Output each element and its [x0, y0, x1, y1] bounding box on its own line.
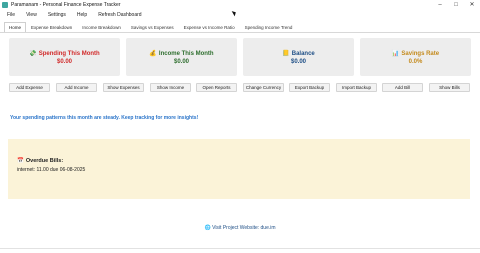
- title-bar: Paramanam - Personal Finance Expense Tra…: [0, 0, 480, 9]
- balance-value: $0.00: [290, 59, 306, 65]
- income-value: $0.00: [173, 59, 189, 65]
- add-income-button[interactable]: Add Income: [56, 83, 97, 92]
- calendar-icon: 📅: [17, 158, 24, 164]
- show-bills-button[interactable]: Show Bills: [429, 83, 470, 92]
- menu-bar: File View Settings Help Refresh Dashboar…: [0, 10, 480, 20]
- spending-label: Spending This Month: [38, 50, 100, 57]
- overdue-bill-entry: internet: 11.00 due 06-08-2025: [17, 167, 86, 173]
- savings-rate-card: 📊 Savings Rate 0.0%: [360, 38, 471, 76]
- tab-spending-income-trend[interactable]: Spending Income Trend: [240, 22, 298, 32]
- show-expenses-button[interactable]: Show Expenses: [103, 83, 144, 92]
- balance-card: 📒 Balance $0.00: [243, 38, 354, 76]
- menu-settings[interactable]: Settings: [48, 12, 66, 18]
- overdue-bills-title: Overdue Bills:: [25, 158, 64, 164]
- footer: 🌐 Visit Project Website: due.im: [0, 225, 480, 231]
- export-backup-button[interactable]: Export Backup: [289, 83, 330, 92]
- money-icon: 💸: [29, 51, 37, 57]
- menu-refresh-dashboard[interactable]: Refresh Dashboard: [98, 12, 141, 18]
- minimize-button[interactable]: –: [432, 0, 448, 9]
- tab-savings-vs-expenses[interactable]: Savings vs Expenses: [126, 22, 179, 32]
- window-title: Paramanam - Personal Finance Expense Tra…: [11, 1, 121, 8]
- ledger-icon: 📒: [282, 51, 290, 57]
- app-icon: [2, 1, 8, 8]
- spending-insight-text: Your spending patterns this month are st…: [10, 115, 199, 121]
- money-bag-icon: 💰: [149, 51, 157, 57]
- tab-expense-breakdown[interactable]: Expense Breakdown: [26, 22, 77, 32]
- savings-rate-value: 0.0%: [408, 59, 423, 65]
- project-website-link[interactable]: Visit Project Website: due.im: [212, 225, 275, 231]
- show-income-button[interactable]: Show Income: [150, 83, 191, 92]
- spending-card: 💸 Spending This Month $0.00: [9, 38, 120, 76]
- spending-value: $0.00: [56, 59, 72, 65]
- add-expense-button[interactable]: Add Expense: [9, 83, 50, 92]
- open-reports-button[interactable]: Open Reports: [196, 83, 237, 92]
- change-currency-button[interactable]: Change Currency: [243, 83, 284, 92]
- import-backup-button[interactable]: Import Backup: [336, 83, 377, 92]
- menu-help[interactable]: Help: [77, 12, 87, 18]
- tab-income-breakdown[interactable]: Income Breakdown: [77, 22, 126, 32]
- menu-view[interactable]: View: [26, 12, 37, 18]
- tab-home[interactable]: Home: [4, 22, 27, 32]
- balance-label: Balance: [291, 50, 315, 57]
- bottom-divider: [0, 248, 480, 249]
- globe-icon: 🌐: [204, 225, 211, 231]
- close-button[interactable]: ✕: [464, 0, 480, 9]
- tab-bar: Home Expense Breakdown Income Breakdown …: [0, 22, 480, 33]
- maximize-button[interactable]: □: [448, 0, 464, 9]
- chart-icon: 📊: [391, 51, 400, 57]
- add-bill-button[interactable]: Add Bill: [382, 83, 423, 92]
- savings-rate-label: Savings Rate: [401, 50, 440, 57]
- income-card: 💰 Income This Month $0.00: [126, 38, 237, 76]
- overdue-bills-panel: 📅 Overdue Bills: internet: 11.00 due 06-…: [8, 139, 470, 199]
- menu-file[interactable]: File: [7, 12, 15, 18]
- tab-expense-vs-income-ratio[interactable]: Expense vs Income Ratio: [179, 22, 240, 32]
- income-label: Income This Month: [158, 50, 214, 57]
